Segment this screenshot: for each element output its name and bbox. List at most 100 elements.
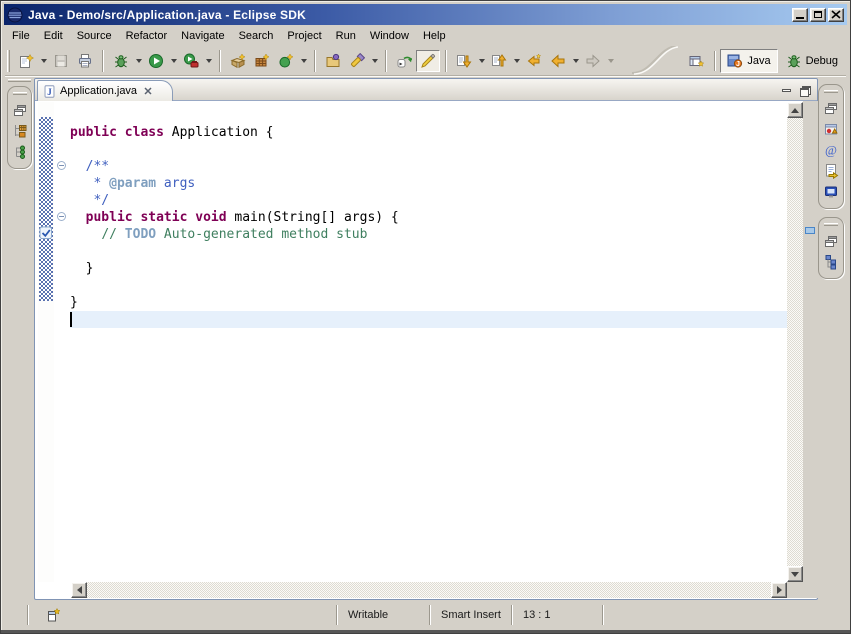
menu-edit[interactable]: Edit (37, 28, 70, 44)
left-trim-bar (5, 78, 34, 600)
new-package-button[interactable] (250, 50, 274, 72)
back-button[interactable] (546, 50, 570, 72)
debug-perspective-button[interactable]: Debug (780, 49, 844, 73)
current-code-line[interactable] (70, 311, 787, 328)
code-line[interactable] (70, 141, 787, 158)
package-explorer-view-button[interactable] (10, 120, 30, 141)
code-line[interactable] (70, 277, 787, 294)
code-line[interactable]: } (70, 260, 787, 277)
new-java-project-button[interactable] (226, 50, 250, 72)
search-button[interactable] (345, 50, 369, 72)
menu-project[interactable]: Project (280, 28, 328, 44)
run-dropdown[interactable] (168, 50, 179, 72)
menu-search[interactable]: Search (232, 28, 281, 44)
new-button[interactable] (14, 50, 38, 72)
trim-grip[interactable] (8, 79, 31, 82)
menu-file[interactable]: File (5, 28, 37, 44)
scroll-left-button[interactable] (71, 582, 87, 598)
stack-handle[interactable] (824, 90, 838, 93)
next-annotation-dropdown[interactable] (476, 50, 487, 72)
code-line[interactable]: // TODO Auto-generated method stub (70, 226, 787, 243)
restore-view-icon (823, 100, 839, 116)
fast-view-button[interactable] (45, 606, 63, 624)
code-line[interactable] (70, 107, 787, 124)
next-annotation-button[interactable] (452, 50, 476, 72)
vertical-scrollbar[interactable] (787, 118, 803, 566)
problems-view-button[interactable] (821, 118, 841, 139)
mark-occurrences-toggle[interactable] (416, 50, 440, 72)
scroll-right-button[interactable] (771, 582, 787, 598)
minimize-button[interactable] (792, 8, 808, 22)
external-tools-dropdown[interactable] (203, 50, 214, 72)
annotation-ruler[interactable] (38, 102, 54, 582)
debug-dropdown[interactable] (133, 50, 144, 72)
code-line[interactable]: public static void main(String[] args) { (70, 209, 787, 226)
forward-dropdown[interactable] (605, 50, 616, 72)
task-marker-icon[interactable] (39, 226, 53, 240)
back-dropdown[interactable] (570, 50, 581, 72)
tab-close-button[interactable] (143, 86, 153, 96)
last-edit-location-button[interactable] (522, 50, 546, 72)
package-explorer-icon (12, 123, 28, 139)
save-button[interactable] (49, 50, 73, 72)
stack-handle[interactable] (824, 223, 838, 226)
editor-tab-application-java[interactable]: J Application.java (37, 80, 173, 101)
previous-annotation-dropdown[interactable] (511, 50, 522, 72)
console-view-icon (823, 184, 839, 200)
code-area[interactable]: public class Application { /** * @param … (70, 102, 787, 582)
forward-button[interactable] (581, 50, 605, 72)
menu-run[interactable]: Run (329, 28, 363, 44)
outline-view-button[interactable] (821, 251, 841, 272)
run-button[interactable] (144, 50, 168, 72)
main-toolbar: J Java Debug (5, 46, 846, 76)
external-tools-button[interactable] (179, 50, 203, 72)
open-perspective-button[interactable] (682, 49, 710, 73)
toolbar-separator (385, 50, 387, 72)
editor-minimize-button[interactable] (779, 84, 793, 96)
type-hierarchy-view-button[interactable] (10, 141, 30, 162)
new-class-icon (278, 53, 294, 69)
menu-window[interactable]: Window (363, 28, 416, 44)
open-type-button[interactable] (321, 50, 345, 72)
stack-handle[interactable] (13, 92, 27, 95)
fold-margin[interactable] (54, 102, 70, 582)
console-view-button[interactable] (821, 181, 841, 202)
fold-collapse-icon[interactable] (57, 212, 66, 221)
close-button[interactable] (828, 8, 844, 22)
editor-maximize-button[interactable] (797, 84, 811, 96)
title-bar[interactable]: Java - Demo/src/Application.java - Eclip… (4, 4, 847, 25)
refresh-button[interactable] (392, 50, 416, 72)
restore-views-button[interactable] (821, 97, 841, 118)
code-line[interactable]: /** (70, 158, 787, 175)
code-line[interactable]: } (70, 294, 787, 311)
new-class-dropdown[interactable] (298, 50, 309, 72)
search-dropdown[interactable] (369, 50, 380, 72)
print-button[interactable] (73, 50, 97, 72)
status-separator (27, 605, 29, 625)
fold-collapse-icon[interactable] (57, 161, 66, 170)
menu-help[interactable]: Help (416, 28, 453, 44)
horizontal-scrollbar[interactable] (87, 582, 771, 598)
code-line[interactable]: public class Application { (70, 124, 787, 141)
menu-source[interactable]: Source (70, 28, 119, 44)
menu-navigate[interactable]: Navigate (174, 28, 231, 44)
declaration-view-button[interactable] (821, 160, 841, 181)
restore-views-button[interactable] (10, 99, 30, 120)
restore-views-button[interactable] (821, 230, 841, 251)
declaration-view-icon (823, 163, 839, 179)
javadoc-view-button[interactable]: @ (821, 139, 841, 160)
scroll-down-button[interactable] (787, 566, 803, 582)
code-line[interactable]: * @param args (70, 175, 787, 192)
previous-annotation-button[interactable] (487, 50, 511, 72)
java-perspective-button[interactable]: J Java (720, 49, 777, 73)
maximize-button[interactable] (810, 8, 826, 22)
new-dropdown[interactable] (38, 50, 49, 72)
code-line[interactable] (70, 243, 787, 260)
scroll-up-button[interactable] (787, 102, 803, 118)
toolbar-grip[interactable] (7, 50, 10, 72)
overview-task-marker[interactable] (805, 227, 815, 234)
code-line[interactable]: */ (70, 192, 787, 209)
debug-button[interactable] (109, 50, 133, 72)
new-class-button[interactable] (274, 50, 298, 72)
menu-refactor[interactable]: Refactor (119, 28, 175, 44)
